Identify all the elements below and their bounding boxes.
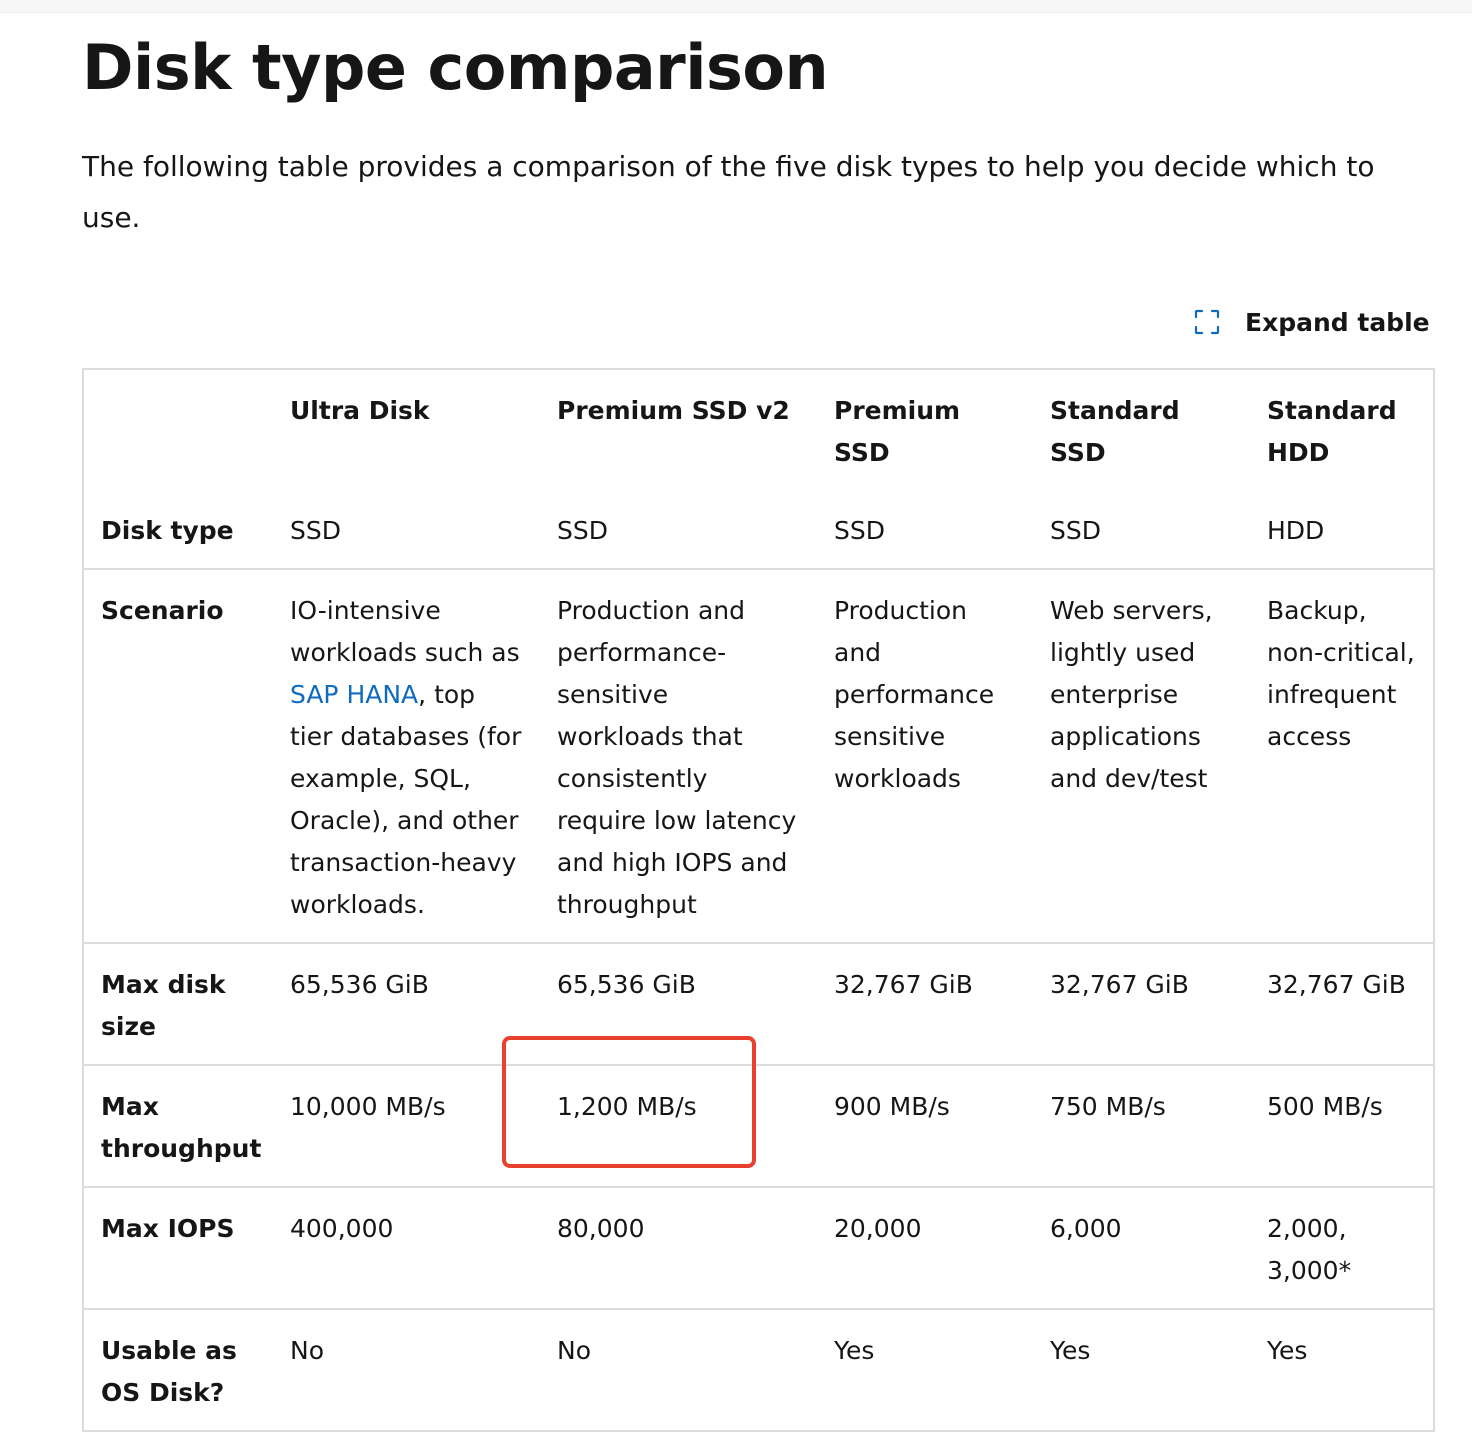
table-cell: 750 MB/s [1050,1092,1166,1121]
table-cell: 80,000 [557,1214,645,1243]
scenario-text-after: , top tier databases (for example, SQL, … [290,680,522,919]
table-row-max-iops: Max IOPS 400,000 80,000 20,000 6,000 2,0… [83,1187,1434,1309]
row-label: Disk type [101,516,234,545]
header-premium-ssd: Premium SSD [834,396,961,467]
table-header-row: Ultra Disk Premium SSD v2 Premium SSD St… [83,369,1434,490]
expand-table-button[interactable]: Expand table [1193,302,1430,342]
table-cell: 20,000 [834,1214,922,1243]
scenario-text-before: IO-intensive workloads such as [290,596,520,667]
table-cell: SSD [557,516,608,545]
table-cell: HDD [1267,516,1325,545]
table-cell: 10,000 MB/s [290,1092,446,1121]
table-cell: 32,767 GiB [1267,970,1406,999]
table-row-disk-type: Disk type SSD SSD SSD SSD HDD [83,490,1434,569]
table-cell: 6,000 [1050,1214,1122,1243]
table-cell: Yes [834,1336,875,1365]
row-label: Usable as OS Disk? [101,1336,237,1407]
table-cell: 32,767 GiB [834,970,973,999]
header-standard-ssd: Standard SSD [1050,396,1180,467]
table-cell: Web servers, lightly used enterprise app… [1050,596,1213,793]
expand-table-label: Expand table [1245,307,1430,337]
row-label: Scenario [101,596,224,625]
table-cell: Production and performance-sensitive wor… [557,596,797,919]
table-row-scenario: Scenario IO-intensive workloads such as … [83,569,1434,943]
table-cell: 2,000, 3,000* [1267,1214,1352,1285]
intro-paragraph: The following table provides a compariso… [82,150,1375,234]
header-standard-hdd: Standard HDD [1267,396,1397,467]
disk-comparison-table: Ultra Disk Premium SSD v2 Premium SSD St… [82,368,1435,1432]
table-row-usable-as-os-disk: Usable as OS Disk? No No Yes Yes Yes [83,1309,1434,1431]
expand-icon [1193,308,1221,336]
header-cell-empty [83,369,273,490]
table-row-max-disk-size: Max disk size 65,536 GiB 65,536 GiB 32,7… [83,943,1434,1065]
table-cell: SSD [834,516,885,545]
page-title: Disk type comparison [82,31,829,104]
table-cell: 65,536 GiB [557,970,696,999]
row-label: Max throughput [101,1092,262,1163]
header-ultra-disk: Ultra Disk [290,396,430,425]
table-cell: IO-intensive workloads such as SAP HANA,… [273,569,540,943]
table-cell: SSD [1050,516,1101,545]
table-cell: Production and performance sensitive wor… [834,596,995,793]
table-cell: Backup, non-critical, infrequent access [1267,596,1415,751]
header-premium-ssd-v2: Premium SSD v2 [557,396,790,425]
table-cell: Yes [1267,1336,1308,1365]
table-cell: 65,536 GiB [290,970,429,999]
sap-hana-link[interactable]: SAP HANA [290,680,418,709]
table-cell: SSD [290,516,341,545]
table-cell: No [290,1336,324,1365]
table-cell: 32,767 GiB [1050,970,1189,999]
row-label: Max IOPS [101,1214,235,1243]
table-cell: 900 MB/s [834,1092,950,1121]
table-cell: 1,200 MB/s [557,1092,697,1121]
table-cell: Yes [1050,1336,1091,1365]
row-label: Max disk size [101,970,226,1041]
table-cell: 500 MB/s [1267,1092,1383,1121]
top-strip [0,0,1472,13]
table-cell: No [557,1336,591,1365]
table-cell: 400,000 [290,1214,394,1243]
table-row-max-throughput: Max throughput 10,000 MB/s 1,200 MB/s 90… [83,1065,1434,1187]
